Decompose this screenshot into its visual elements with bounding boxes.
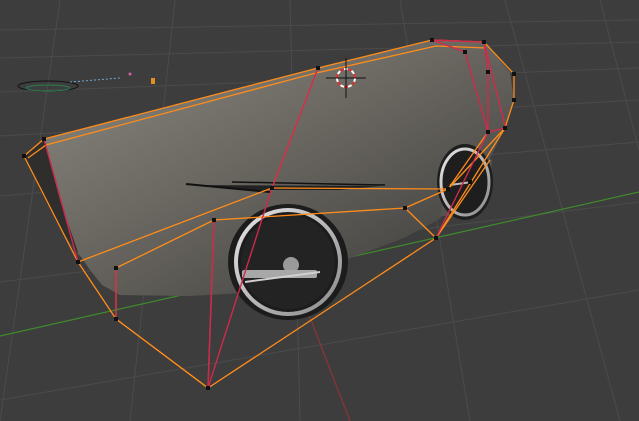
viewport-canvas[interactable] [0, 0, 639, 421]
3d-viewport[interactable] [0, 0, 639, 421]
front-wheel[interactable] [228, 204, 348, 320]
lamp-icon[interactable] [17, 72, 132, 92]
rear-wheel[interactable] [437, 144, 493, 220]
camera-icon[interactable] [151, 78, 155, 84]
